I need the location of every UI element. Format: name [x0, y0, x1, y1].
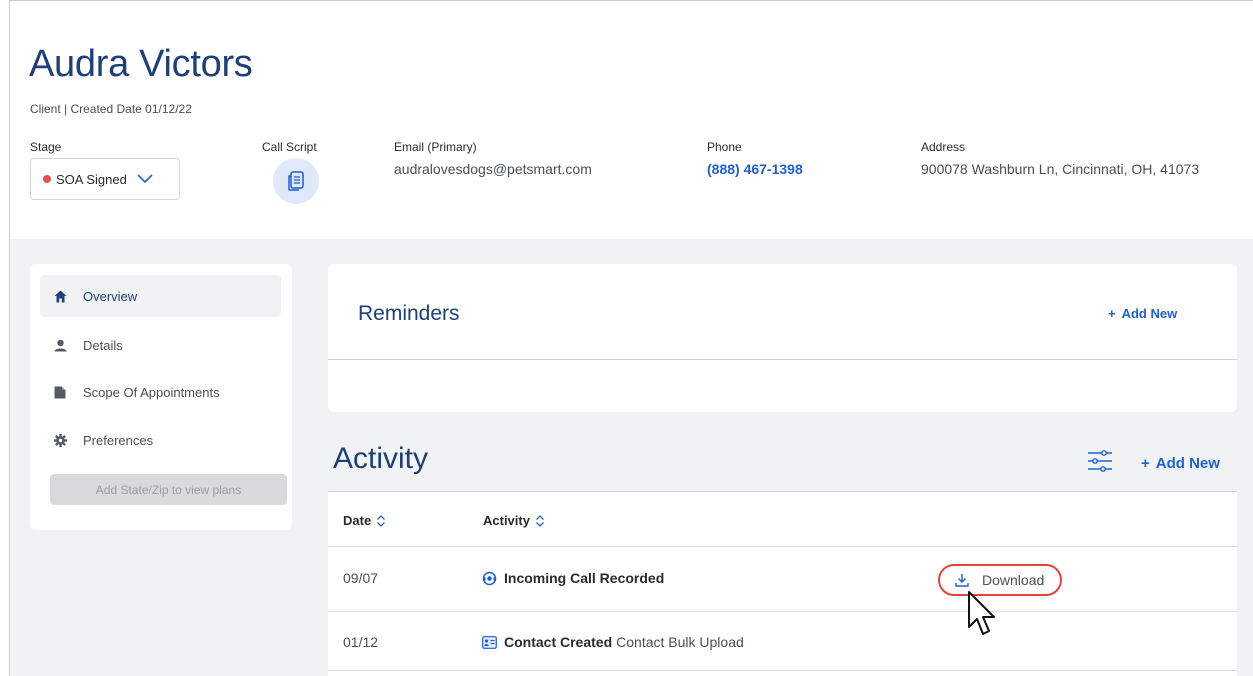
sidebar-item-details[interactable]: Details	[40, 324, 281, 366]
stage-value: SOA Signed	[56, 171, 127, 187]
sidebar-item-label: Overview	[83, 288, 138, 304]
activity-description[interactable]: Contact Created Contact Bulk Upload	[482, 634, 744, 650]
client-header: Audra Victors Client | Created Date 01/1…	[10, 1, 1253, 239]
column-header-label: Activity	[483, 513, 530, 528]
column-header-activity[interactable]: Activity	[483, 513, 545, 528]
stage-label: Stage	[30, 140, 62, 154]
add-new-label: Add New	[1121, 306, 1178, 321]
divider	[328, 359, 1237, 360]
call-script-button[interactable]	[273, 158, 319, 204]
activity-table: Date Activity 09/07 Incoming Call Record…	[328, 491, 1237, 676]
divider	[328, 611, 1237, 612]
activity-add-new-button[interactable]: + Add New	[1141, 455, 1220, 472]
add-state-zip-button[interactable]: Add State/Zip to view plans	[50, 474, 287, 505]
activity-description[interactable]: Incoming Call Recorded	[482, 570, 664, 586]
plus-icon: +	[1141, 455, 1150, 472]
divider	[328, 670, 1237, 671]
gear-icon	[53, 433, 67, 447]
home-icon	[53, 289, 67, 303]
app-frame: Audra Victors Client | Created Date 01/1…	[9, 0, 1253, 676]
call-script-label: Call Script	[262, 140, 317, 154]
sidebar-item-scope-of-appointments[interactable]: Scope Of Appointments	[40, 371, 281, 413]
reminders-card: Reminders + Add New	[328, 264, 1237, 412]
mouse-pointer-icon	[968, 591, 995, 635]
script-document-icon	[288, 171, 304, 191]
column-header-label: Date	[343, 513, 372, 528]
filter-sliders-icon[interactable]	[1087, 449, 1113, 473]
user-icon	[53, 338, 67, 352]
client-name: Audra Victors	[29, 43, 253, 85]
activity-title-text: Incoming Call Recorded	[504, 570, 665, 586]
phone-label: Phone	[707, 140, 742, 154]
activity-date: 09/07	[343, 570, 379, 586]
activity-title: Activity	[333, 442, 429, 475]
download-icon	[954, 572, 970, 588]
reminders-title: Reminders	[358, 302, 460, 325]
phone-link[interactable]: (888) 467-1398	[707, 161, 803, 177]
sidebar-item-overview[interactable]: Overview	[40, 275, 281, 317]
address-label: Address	[921, 140, 966, 154]
file-icon	[53, 385, 67, 399]
activity-title-text: Contact Created	[504, 634, 613, 650]
activity-date: 01/12	[343, 634, 379, 650]
download-label: Download	[982, 572, 1045, 588]
column-header-date[interactable]: Date	[343, 513, 386, 528]
reminders-add-new-button[interactable]: + Add New	[1108, 306, 1177, 321]
email-label: Email (Primary)	[394, 140, 477, 154]
stage-select[interactable]: SOA Signed	[30, 158, 180, 200]
sidebar-item-preferences[interactable]: Preferences	[40, 419, 281, 461]
divider	[328, 546, 1237, 547]
chevron-down-icon	[137, 174, 153, 184]
plus-icon: +	[1108, 306, 1116, 321]
sort-icon	[536, 514, 544, 527]
email-value[interactable]: audralovesdogs@petsmart.com	[394, 161, 592, 177]
activity-detail-text: Contact Bulk Upload	[616, 634, 744, 650]
sort-icon	[377, 514, 386, 527]
add-new-label: Add New	[1155, 455, 1220, 472]
address-value: 900078 Washburn Ln, Cincinnati, OH, 4107…	[921, 161, 1200, 177]
sidebar-item-label: Preferences	[83, 432, 154, 448]
sidebar-item-label: Details	[83, 337, 123, 353]
stage-status-dot	[43, 175, 51, 183]
call-recording-icon	[482, 571, 497, 586]
sidebar-item-label: Scope Of Appointments	[83, 384, 220, 400]
sidebar-nav: Overview Details Scope Of Appointments P…	[30, 264, 292, 530]
contact-card-icon	[482, 635, 497, 649]
client-subtitle: Client | Created Date 01/12/22	[30, 102, 192, 116]
